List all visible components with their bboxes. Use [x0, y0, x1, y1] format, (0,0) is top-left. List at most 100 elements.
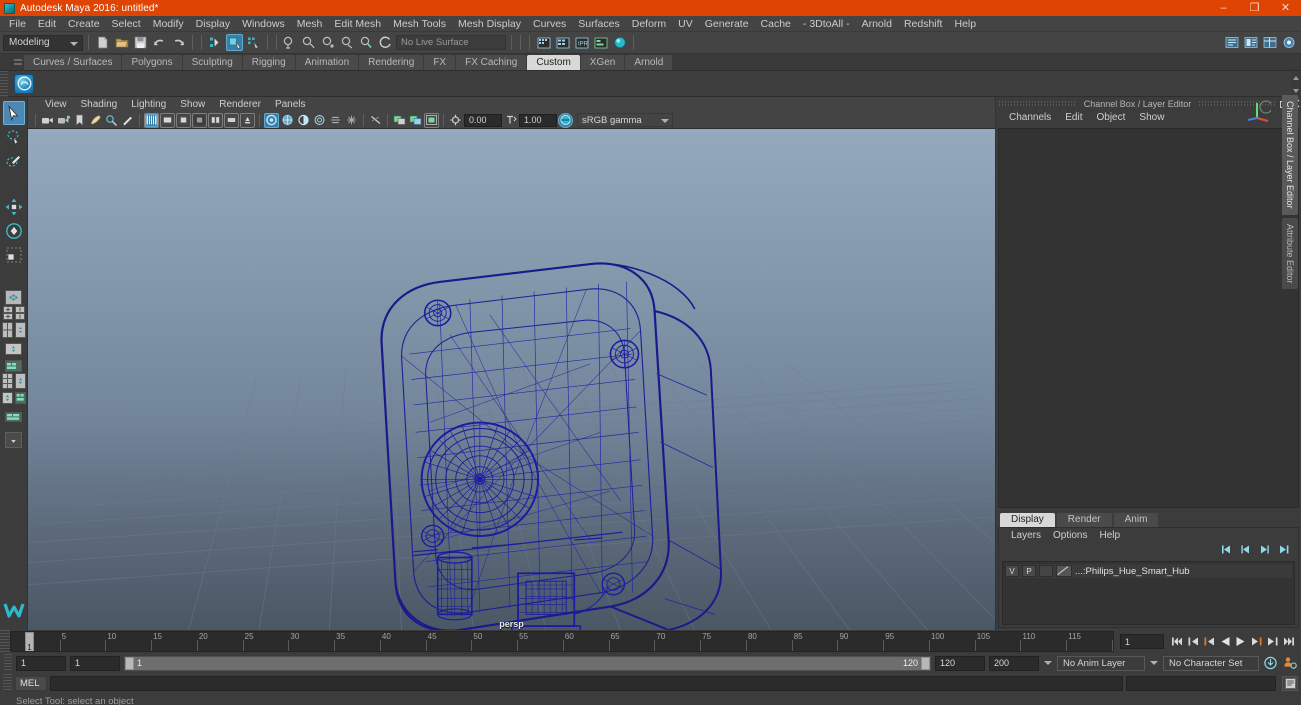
select-component-icon[interactable]	[245, 34, 262, 51]
step-back-frame-icon[interactable]	[1186, 635, 1199, 648]
scroll-up-icon[interactable]	[1293, 75, 1299, 80]
show-hide-icon[interactable]	[1280, 34, 1297, 51]
shelf-tab-xgen[interactable]: XGen	[580, 55, 625, 70]
time-cursor[interactable]: 1	[25, 632, 34, 651]
menu-cache[interactable]: Cache	[755, 16, 797, 32]
viewport-menu-panels[interactable]: Panels	[268, 97, 313, 112]
two-d-pan-zoom-icon[interactable]	[104, 113, 119, 128]
select-hierarchy-icon[interactable]	[207, 34, 224, 51]
layer-first-icon[interactable]	[1220, 544, 1233, 558]
layer-color-swatch[interactable]	[1056, 565, 1072, 577]
menu-curves[interactable]: Curves	[527, 16, 572, 32]
menu-select[interactable]: Select	[106, 16, 147, 32]
range-slider[interactable]: 1 120	[124, 655, 931, 671]
character-set-field[interactable]: No Character Set	[1163, 655, 1259, 671]
dock-tab-attribute-editor[interactable]: Attribute Editor	[1282, 217, 1298, 290]
persp-render-layout[interactable]	[1, 392, 13, 407]
auto-keyframe-icon[interactable]	[1263, 656, 1278, 671]
layer-menu-options[interactable]: Options	[1047, 528, 1093, 543]
channel-box-menu-object[interactable]: Object	[1090, 110, 1133, 126]
custom-shelf-tool-icon[interactable]	[14, 73, 34, 94]
single-perspective-layout[interactable]	[3, 289, 25, 306]
shelf-scroll-arrows[interactable]	[1291, 71, 1301, 97]
grease-pencil-icon[interactable]	[120, 113, 135, 128]
channel-box-menu-show[interactable]: Show	[1132, 110, 1171, 126]
shelf-tab-curves-surfaces[interactable]: Curves / Surfaces	[24, 55, 122, 70]
menu-file[interactable]: File	[3, 16, 32, 32]
redo-icon[interactable]	[170, 34, 187, 51]
open-scene-icon[interactable]	[113, 34, 130, 51]
shelf-tab-fx-caching[interactable]: FX Caching	[456, 55, 527, 70]
channel-box-icon[interactable]	[1261, 34, 1278, 51]
undo-icon[interactable]	[151, 34, 168, 51]
shelf-tab-animation[interactable]: Animation	[295, 55, 359, 70]
flat-shade-icon[interactable]	[192, 112, 207, 128]
shelf-tab-sculpting[interactable]: Sculpting	[182, 55, 242, 70]
persp-graph-layout[interactable]	[1, 373, 13, 392]
smooth-shade-selected-icon[interactable]	[176, 112, 191, 128]
isolate-select-icon[interactable]	[392, 113, 407, 128]
close-button[interactable]: ✕	[1270, 0, 1301, 16]
layer-type-cell[interactable]	[1039, 565, 1053, 577]
menu-deform[interactable]: Deform	[626, 16, 672, 32]
menu-display[interactable]: Display	[190, 16, 236, 32]
shaded-wireframe-icon[interactable]	[208, 112, 223, 128]
persp-uv-editor-layout[interactable]	[3, 357, 25, 374]
layer-tab-display[interactable]: Display	[1000, 513, 1055, 527]
range-handle-left[interactable]	[125, 656, 134, 670]
motion-blur-icon[interactable]	[328, 113, 343, 128]
multisample-icon[interactable]	[344, 113, 359, 128]
menu-surfaces[interactable]: Surfaces	[572, 16, 625, 32]
paint-select-tool[interactable]	[3, 149, 25, 173]
menu-uv[interactable]: UV	[672, 16, 699, 32]
tool-settings-icon[interactable]	[1242, 34, 1259, 51]
step-forward-key-icon[interactable]	[1250, 635, 1263, 648]
color-management-icon[interactable]	[558, 112, 573, 128]
persp-graph-editor-layout[interactable]	[14, 322, 26, 341]
shelf-tab-fx[interactable]: FX	[424, 55, 456, 70]
command-input[interactable]	[50, 675, 1123, 691]
new-scene-icon[interactable]	[94, 34, 111, 51]
go-to-start-icon[interactable]	[1170, 635, 1183, 648]
menu-3dtoall[interactable]: - 3DtoAll -	[797, 16, 856, 32]
show-render-view-icon[interactable]	[535, 34, 552, 51]
viewport-menu-lighting[interactable]: Lighting	[124, 97, 173, 112]
lighting-icon[interactable]	[240, 112, 255, 128]
animation-end-time-field[interactable]: 200	[989, 655, 1039, 671]
time-slider-grip[interactable]	[0, 630, 10, 653]
perspective-viewport[interactable]: y x persp	[28, 129, 995, 630]
smooth-shade-all-icon[interactable]	[160, 112, 175, 128]
anim-layer-field[interactable]: No Anim Layer	[1057, 655, 1145, 671]
render-settings-icon[interactable]	[592, 34, 609, 51]
go-to-end-icon[interactable]	[1282, 635, 1295, 648]
layer-next-icon[interactable]	[1258, 544, 1271, 558]
exposure-icon[interactable]	[448, 113, 463, 128]
command-line-grip[interactable]	[3, 674, 12, 692]
menu-mesh-display[interactable]: Mesh Display	[452, 16, 527, 32]
film-gate-icon[interactable]	[424, 112, 439, 128]
minimize-button[interactable]: –	[1208, 0, 1239, 16]
make-live-icon[interactable]	[377, 34, 394, 51]
rotate-tool[interactable]	[3, 219, 25, 243]
playback-speed-chevron-icon[interactable]	[1043, 656, 1053, 671]
camera-attributes-icon[interactable]	[56, 113, 71, 128]
range-handle-right[interactable]	[921, 656, 930, 670]
range-start-field[interactable]: 1	[70, 655, 120, 671]
menu-create[interactable]: Create	[62, 16, 106, 32]
snap-curve-icon[interactable]	[301, 34, 318, 51]
attribute-editor-icon[interactable]	[1223, 34, 1240, 51]
step-back-key-icon[interactable]	[1202, 635, 1215, 648]
menu-help[interactable]: Help	[948, 16, 982, 32]
move-tool[interactable]	[3, 195, 25, 219]
scale-tool[interactable]	[3, 243, 25, 267]
play-forwards-icon[interactable]	[1234, 635, 1247, 648]
shelf-tab-rigging[interactable]: Rigging	[242, 55, 295, 70]
animation-preferences-icon[interactable]	[1282, 656, 1297, 671]
time-slider[interactable]: 1 5 10 15 20 25 30 35 40 45 50 55 60 65 70 75 80 85 90 95 1…	[10, 631, 1114, 652]
xray-icon[interactable]	[368, 113, 383, 128]
menu-redshift[interactable]: Redshift	[898, 16, 949, 32]
menu-edit[interactable]: Edit	[32, 16, 62, 32]
four-view-layout[interactable]	[2, 306, 13, 323]
persp-outliner-layout[interactable]	[1, 322, 13, 341]
animation-start-time-field[interactable]: 1	[16, 655, 66, 671]
